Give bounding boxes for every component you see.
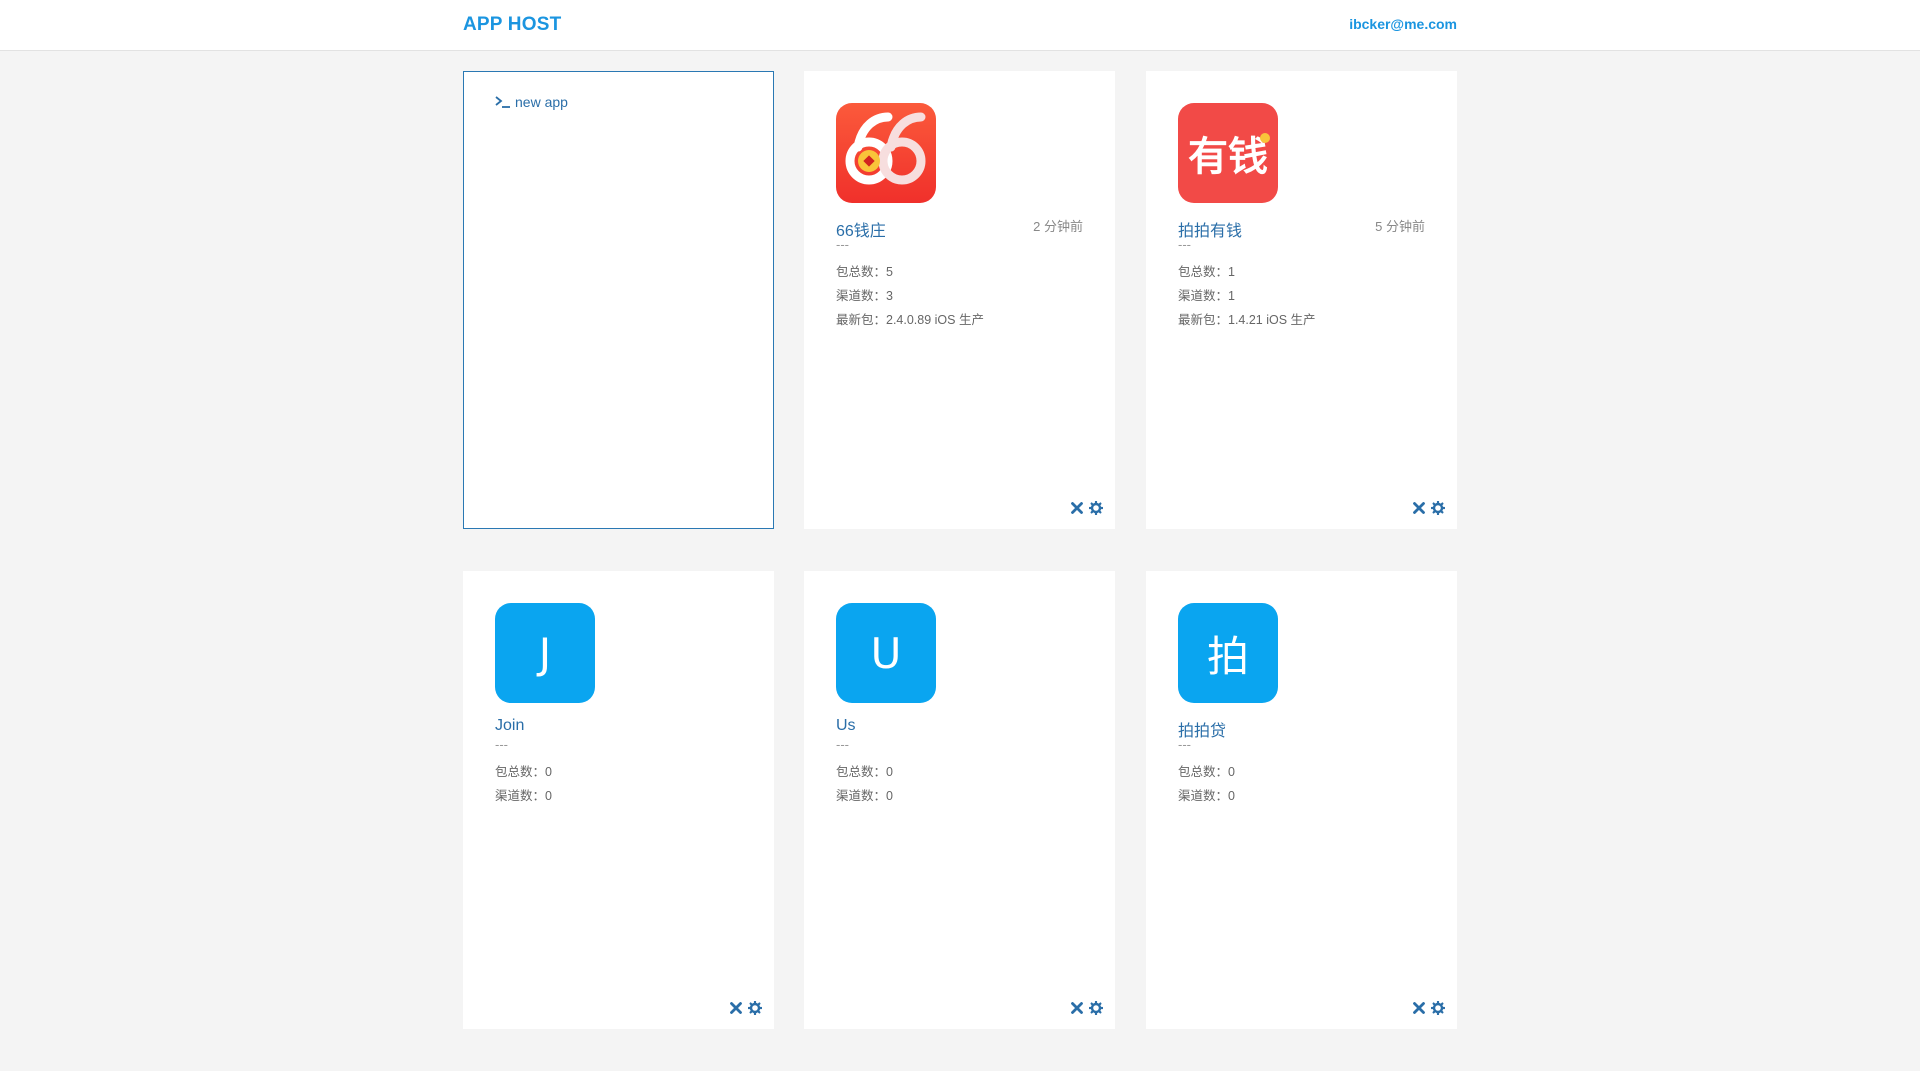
logo-66-icon: [836, 103, 936, 203]
app-channel-count: 渠道数：0: [836, 789, 893, 803]
gear-icon[interactable]: [1431, 501, 1445, 515]
app-description: ---: [836, 737, 849, 752]
letter-avatar-icon: J: [495, 603, 595, 703]
gear-icon[interactable]: [1089, 501, 1103, 515]
app-package-count: 包总数：0: [1178, 765, 1235, 779]
card-actions: [1412, 1001, 1445, 1015]
new-app-button[interactable]: new app: [495, 94, 568, 110]
app-card-66qianzhuang[interactable]: 66钱庄 2 分钟前 --- 包总数：5 渠道数：3 最新包：2.4.0.89 …: [804, 71, 1115, 529]
card-actions: [1412, 501, 1445, 515]
app-latest-package: 最新包：1.4.21 iOS 生产: [1178, 313, 1316, 327]
app-package-count: 包总数：1: [1178, 265, 1235, 279]
app-latest-package: 最新包：2.4.0.89 iOS 生产: [836, 313, 984, 327]
app-channel-count: 渠道数：0: [1178, 789, 1235, 803]
coin-dot-icon: [1260, 133, 1270, 143]
app-description: ---: [1178, 737, 1191, 752]
new-app-card[interactable]: new app: [463, 71, 774, 529]
card-actions: [1070, 1001, 1103, 1015]
delete-icon[interactable]: [729, 1001, 743, 1015]
app-updated-time: 5 分钟前: [1375, 219, 1425, 234]
gear-icon[interactable]: [1089, 1001, 1103, 1015]
logo-youqian-icon: 有钱: [1178, 103, 1278, 203]
app-name[interactable]: Us: [836, 717, 856, 735]
new-app-label: new app: [515, 94, 568, 110]
app-card-us[interactable]: U Us --- 包总数：0 渠道数：0: [804, 571, 1115, 1029]
gear-icon[interactable]: [1431, 1001, 1445, 1015]
delete-icon[interactable]: [1412, 1001, 1426, 1015]
logo-youqian-text: 有钱: [1188, 134, 1268, 180]
gear-icon[interactable]: [748, 1001, 762, 1015]
top-bar: APP HOST ibcker@me.com: [0, 0, 1920, 51]
app-description: ---: [1178, 237, 1191, 252]
avatar-letter: U: [870, 628, 902, 678]
app-updated-time: 2 分钟前: [1033, 219, 1083, 234]
app-channel-count: 渠道数：0: [495, 789, 552, 803]
app-card-paipaidai[interactable]: 拍 拍拍贷 --- 包总数：0 渠道数：0: [1146, 571, 1457, 1029]
app-description: ---: [495, 737, 508, 752]
card-actions: [729, 1001, 762, 1015]
letter-avatar-icon: U: [836, 603, 936, 703]
app-description: ---: [836, 237, 849, 252]
app-card-paipaiyouqian[interactable]: 有钱 拍拍有钱 5 分钟前 --- 包总数：1 渠道数：1 最新包：1.4.21…: [1146, 71, 1457, 529]
user-email-link[interactable]: ibcker@me.com: [1349, 16, 1457, 32]
app-channel-count: 渠道数：3: [836, 289, 893, 303]
app-channel-count: 渠道数：1: [1178, 289, 1235, 303]
avatar-letter: 拍: [1206, 631, 1249, 681]
app-package-count: 包总数：0: [836, 765, 893, 779]
delete-icon[interactable]: [1070, 1001, 1084, 1015]
app-package-count: 包总数：0: [495, 765, 552, 779]
card-actions: [1070, 501, 1103, 515]
letter-avatar-icon: 拍: [1178, 603, 1278, 703]
delete-icon[interactable]: [1070, 501, 1084, 515]
brand-logo[interactable]: APP HOST: [463, 14, 561, 36]
app-name[interactable]: Join: [495, 717, 524, 735]
app-card-join[interactable]: J Join --- 包总数：0 渠道数：0: [463, 571, 774, 1029]
avatar-letter: J: [538, 628, 552, 678]
terminal-prompt-icon: [495, 96, 510, 108]
delete-icon[interactable]: [1412, 501, 1426, 515]
app-package-count: 包总数：5: [836, 265, 893, 279]
